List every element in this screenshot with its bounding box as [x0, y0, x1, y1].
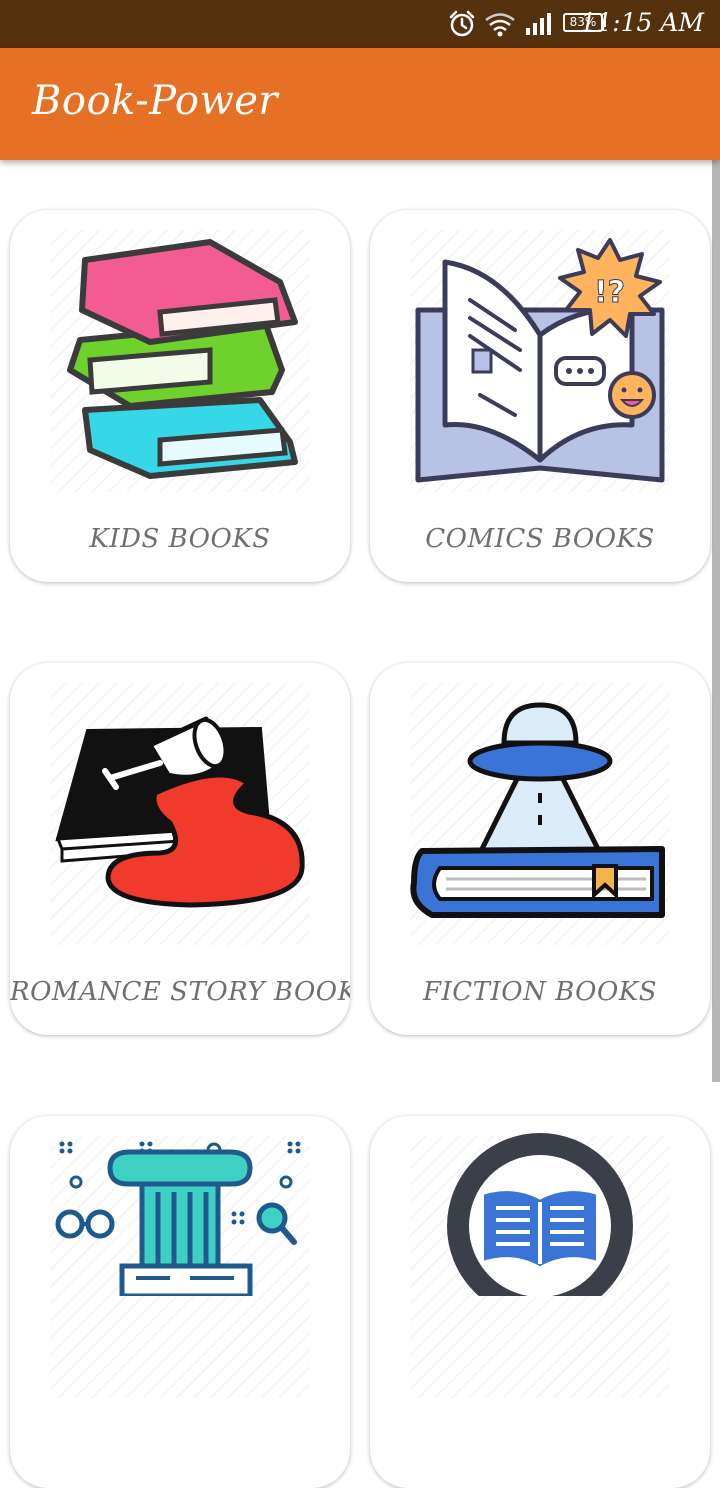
svg-text:!?: !? [594, 275, 625, 310]
scrollbar[interactable] [712, 160, 720, 1082]
ufo-book-icon [410, 702, 665, 918]
category-label: ROMANCE STORY BOOKS [10, 977, 350, 1007]
category-card-romance[interactable]: ROMANCE STORY BOOKS [10, 663, 350, 1035]
alarm-icon [449, 10, 475, 37]
romance-book-icon [55, 716, 305, 908]
category-card-comics[interactable]: !? COMICS BOOKS [370, 210, 710, 582]
comic-book-icon: !? [415, 238, 665, 483]
category-label: COMICS BOOKS [425, 524, 655, 554]
signal-icon [526, 13, 551, 35]
app-bar: Book-Power [0, 48, 720, 160]
category-label: FICTION BOOKS [422, 977, 658, 1007]
open-book-circle-icon [447, 1133, 633, 1296]
category-card-library[interactable] [10, 1116, 350, 1488]
category-label: KIDS BOOKS [89, 524, 271, 554]
clock-time: 11:15 AM [580, 8, 704, 37]
app-title: Book-Power [32, 78, 279, 124]
category-card-reading[interactable] [370, 1116, 710, 1488]
wifi-icon [485, 13, 515, 37]
library-icon [55, 1141, 301, 1296]
stacked-books-icon [67, 239, 298, 479]
category-card-kids[interactable]: KIDS BOOKS [10, 210, 350, 582]
status-bar: 83% 11:15 AM [0, 0, 720, 48]
category-card-fiction[interactable]: FICTION BOOKS [370, 663, 710, 1035]
